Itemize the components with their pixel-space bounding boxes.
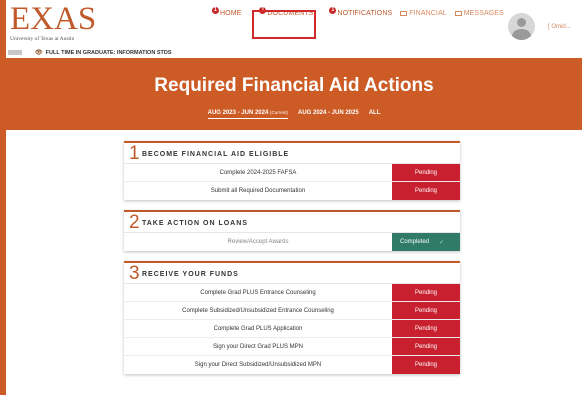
- tab-current-suffix: (Current): [269, 110, 288, 115]
- page-title: Required Financial Aid Actions: [154, 75, 434, 96]
- tab-label: AUG 2023 - JUN 2024: [207, 110, 269, 116]
- action-row[interactable]: Complete Grad PLUS Entrance Counseling P…: [124, 284, 460, 302]
- tab-aug-2024-jun-2025[interactable]: AUG 2024 - JUN 2025: [298, 110, 359, 119]
- student-status-bar: 👁 FULL TIME IN GRADUATE: INFORMATION STD…: [8, 49, 172, 56]
- nav-notifications[interactable]: 1 NOTIFICATIONS: [329, 7, 393, 17]
- action-row[interactable]: Submit all Required Documentation Pendin…: [124, 182, 460, 200]
- nav-messages[interactable]: MESSAGES: [454, 10, 504, 17]
- section-title: RECEIVE YOUR FUNDS: [142, 271, 239, 278]
- action-label: Sign your Direct Grad PLUS MPN: [212, 343, 304, 350]
- notification-badge: 1: [212, 7, 219, 14]
- nav-financial-label: FINANCIAL: [409, 10, 447, 17]
- action-label: Complete Grad PLUS Entrance Counseling: [200, 289, 316, 296]
- action-label: Complete 2024-2025 FAFSA: [219, 169, 297, 176]
- section-number: 2: [129, 212, 140, 233]
- section-become-eligible: 1 BECOME FINANCIAL AID ELIGIBLE Complete…: [124, 141, 460, 200]
- user-avatar[interactable]: [508, 13, 535, 40]
- status-badge[interactable]: Pending: [392, 302, 460, 319]
- action-row[interactable]: Complete 2024-2025 FAFSA Pending: [124, 164, 460, 182]
- documents-highlight-box: [252, 10, 316, 39]
- action-row[interactable]: Complete Grad PLUS Application Pending: [124, 320, 460, 338]
- nav-financial[interactable]: FINANCIAL: [400, 10, 447, 17]
- notification-badge: 1: [329, 7, 337, 14]
- hero-banner: Required Financial Aid Actions AUG 2023 …: [6, 58, 582, 130]
- redacted-id: [8, 50, 22, 55]
- section-header: 2 TAKE ACTION ON LOANS: [124, 212, 460, 233]
- status-badge[interactable]: Pending: [392, 338, 460, 355]
- action-label: Complete Subsidized/Unsubsidized Entranc…: [182, 307, 334, 314]
- nav-messages-label: MESSAGES: [463, 10, 504, 17]
- action-label: Complete Grad PLUS Application: [213, 325, 303, 332]
- nav-home[interactable]: 1 HOME: [212, 7, 242, 17]
- avatar-head: [517, 18, 526, 27]
- section-header: 1 BECOME FINANCIAL AID ELIGIBLE: [124, 143, 460, 164]
- nav-notifications-label: NOTIFICATIONS: [337, 10, 393, 17]
- section-receive-funds: 3 RECEIVE YOUR FUNDS Complete Grad PLUS …: [124, 261, 460, 374]
- section-header: 3 RECEIVE YOUR FUNDS: [124, 263, 460, 284]
- university-logo-subtext: University of Texas at Austin: [10, 36, 75, 42]
- action-row[interactable]: Sign your Direct Subsidized/Unsubsidized…: [124, 356, 460, 374]
- tab-all[interactable]: ALL: [369, 110, 381, 119]
- status-badge[interactable]: Pending: [392, 182, 460, 200]
- section-title: BECOME FINANCIAL AID ELIGIBLE: [142, 151, 290, 158]
- nav-home-label: HOME: [220, 10, 242, 17]
- action-label: Sign your Direct Subsidized/Unsubsidized…: [194, 362, 322, 368]
- action-row[interactable]: Review/Accept Awards Completed ✓: [124, 233, 460, 251]
- section-number: 1: [129, 143, 140, 164]
- financial-icon: [400, 11, 408, 16]
- section-title: TAKE ACTION ON LOANS: [142, 220, 248, 227]
- status-text: Completed: [400, 239, 430, 245]
- avatar-shoulders: [512, 29, 531, 40]
- student-status-text: FULL TIME IN GRADUATE: INFORMATION STDS: [45, 49, 172, 56]
- status-badge[interactable]: Pending: [392, 164, 460, 181]
- status-badge[interactable]: Pending: [392, 284, 460, 301]
- check-icon: ✓: [439, 239, 445, 246]
- university-logo[interactable]: EXAS: [10, 3, 96, 36]
- section-number: 3: [129, 263, 140, 284]
- section-take-action-loans: 2 TAKE ACTION ON LOANS Review/Accept Awa…: [124, 210, 460, 251]
- action-label: Review/Accept Awards: [227, 239, 289, 245]
- status-badge[interactable]: Completed ✓: [392, 233, 460, 251]
- tab-aug-2023-jun-2024[interactable]: AUG 2023 - JUN 2024 (Current): [207, 110, 288, 119]
- status-badge[interactable]: Pending: [392, 320, 460, 337]
- messages-icon: [454, 11, 462, 16]
- action-label: Submit all Required Documentation: [210, 188, 306, 194]
- status-badge[interactable]: Pending: [392, 356, 460, 374]
- award-year-tabs: AUG 2023 - JUN 2024 (Current) AUG 2024 -…: [6, 110, 582, 119]
- user-name[interactable]: [ Omid...: [548, 24, 571, 30]
- eye-icon: 👁: [35, 50, 43, 56]
- action-row[interactable]: Complete Subsidized/Unsubsidized Entranc…: [124, 302, 460, 320]
- action-row[interactable]: Sign your Direct Grad PLUS MPN Pending: [124, 338, 460, 356]
